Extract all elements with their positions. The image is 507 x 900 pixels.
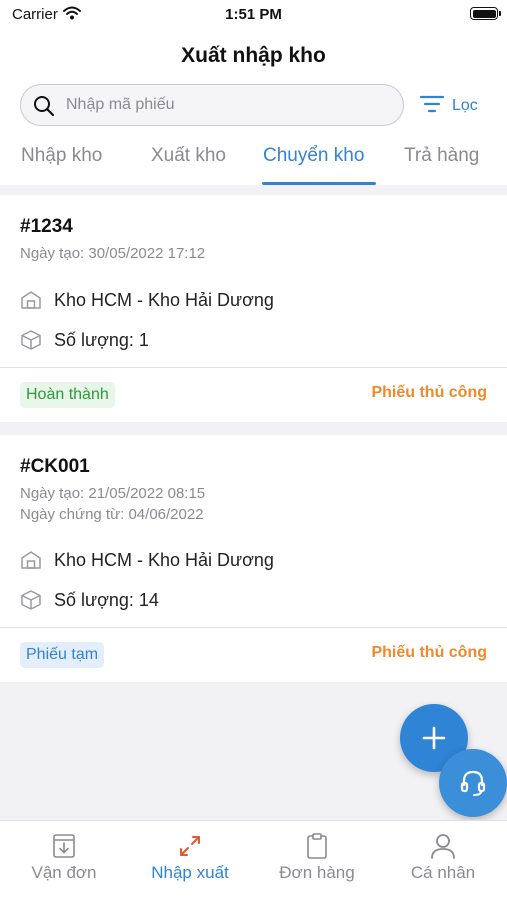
page-title: Xuất nhập kho [181, 44, 326, 67]
nav-label: Cá nhân [410, 863, 476, 882]
tab-bar: Nhập kho Xuất kho Chuyển kho Trả hàng [0, 140, 507, 185]
route-row: Kho HCM - Kho Hải Dương [20, 287, 274, 313]
ticket-type: Phiếu thủ công [371, 384, 487, 401]
nav-label: Nhập xuất [151, 863, 229, 882]
nav-ca-nhan[interactable]: Cá nhân [380, 831, 506, 883]
tab-chuyen-kho[interactable]: Chuyển kho [263, 145, 364, 167]
person-icon [380, 831, 506, 861]
box-icon [21, 590, 41, 610]
filter-icon [419, 95, 445, 118]
inbox-download-icon [1, 831, 127, 861]
clipboard-icon [254, 831, 380, 861]
quantity-row: Số lượng: 1 [20, 327, 149, 353]
nav-van-don[interactable]: Vận đơn [1, 831, 127, 883]
headset-icon [460, 770, 486, 796]
battery-icon [470, 7, 501, 20]
warehouse-icon [21, 291, 41, 309]
tab-nhap-kho[interactable]: Nhập kho [21, 145, 102, 167]
card-code: #1234 [20, 216, 73, 237]
status-bar: Carrier 1:51 PM [0, 0, 507, 28]
card-code: #CK001 [20, 456, 90, 477]
header: Xuất nhập kho Lọc Nhập kho Xuất kho Chuy… [0, 28, 507, 185]
tab-tra-hang[interactable]: Trả hàng [404, 145, 479, 167]
search-icon [33, 95, 55, 122]
plus-icon [422, 726, 446, 750]
filter-label: Lọc [452, 97, 478, 114]
support-button[interactable] [439, 749, 507, 817]
clock: 1:51 PM [225, 6, 282, 23]
search-input[interactable] [66, 93, 386, 117]
quantity-text: Số lượng: 1 [54, 329, 149, 350]
created-date: Ngày tạo: 21/05/2022 08:15 [20, 485, 206, 502]
transfer-card[interactable]: #CK001 Ngày tạo: 21/05/2022 08:15 Ngày c… [0, 435, 507, 682]
nav-don-hang[interactable]: Đơn hàng [254, 831, 380, 883]
status-badge: Phiếu tạm [20, 642, 105, 668]
route-row: Kho HCM - Kho Hải Dương [20, 547, 274, 573]
bottom-nav: Vận đơn Nhập xuất Đơn hàng Cá nhân [0, 820, 507, 900]
status-badge: Hoàn thành [20, 382, 115, 408]
quantity-text: Số lượng: 14 [54, 589, 159, 610]
nav-label: Đơn hàng [279, 863, 355, 882]
search-box[interactable] [20, 84, 404, 126]
ticket-type: Phiếu thủ công [371, 644, 487, 661]
box-icon [21, 330, 41, 350]
nav-nhap-xuat[interactable]: Nhập xuất [127, 831, 253, 883]
card-divider [0, 627, 507, 628]
transfer-card[interactable]: #1234 Ngày tạo: 30/05/2022 17:12 Kho HCM… [0, 195, 507, 422]
filter-button[interactable]: Lọc [419, 94, 478, 118]
arrows-transfer-icon [127, 831, 253, 861]
nav-label: Vận đơn [31, 863, 97, 882]
quantity-row: Số lượng: 14 [20, 587, 159, 613]
route-text: Kho HCM - Kho Hải Dương [54, 549, 274, 570]
tab-xuat-kho[interactable]: Xuất kho [151, 145, 226, 167]
active-tab-indicator [262, 182, 376, 185]
created-date: Ngày tạo: 30/05/2022 17:12 [20, 245, 206, 262]
document-date: Ngày chứng từ: 04/06/2022 [20, 506, 204, 523]
route-text: Kho HCM - Kho Hải Dương [54, 289, 274, 310]
card-divider [0, 367, 507, 368]
warehouse-icon [21, 551, 41, 569]
